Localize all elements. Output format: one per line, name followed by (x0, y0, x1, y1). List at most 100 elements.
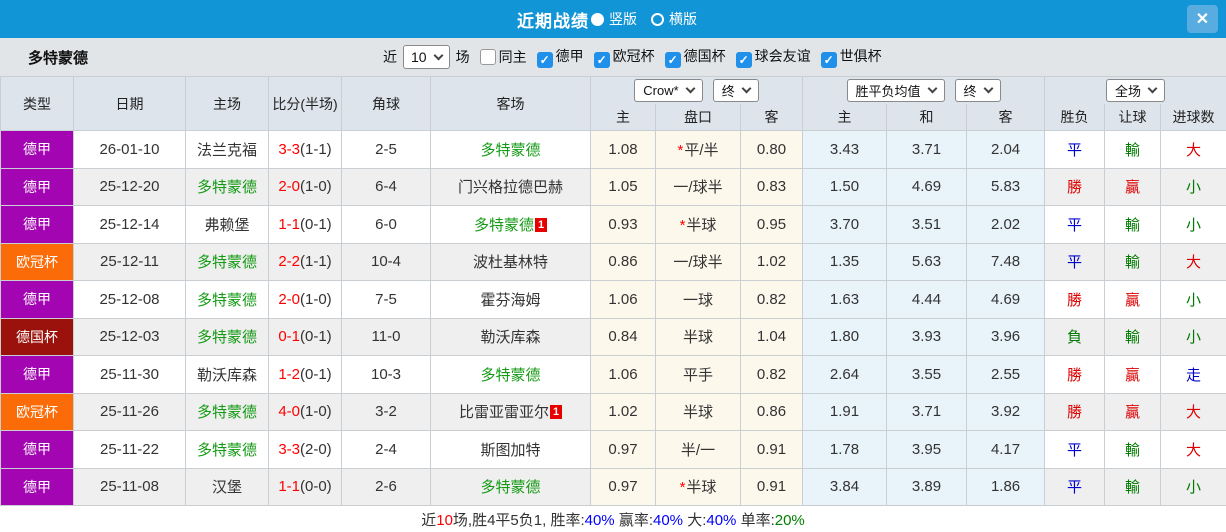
table-row: 德甲 25-12-14 弗赖堡 1-1(0-1) 6-0 多特蒙德 1 0.93 *半球 0.95… (0, 205, 1226, 244)
corner-score: 10-4 (341, 242, 431, 281)
red-card-badge: 1 (550, 405, 562, 420)
layout-radio[interactable] (591, 12, 604, 26)
filter-checkbox-label[interactable]: 同主 (499, 49, 527, 65)
asia-handicap: 一球 (655, 280, 741, 319)
summary-segment: 赢率: (614, 512, 653, 529)
summary-segment: 40% (706, 512, 737, 529)
asia-odds-selectors: Crow* 终 (589, 76, 804, 104)
filter-checkbox-label[interactable]: 欧冠杯 (613, 48, 655, 64)
table-row: 德甲 25-11-30 勒沃库森 1-2(0-1) 10-3 多特蒙德 1.06 平手 0.82… (0, 355, 1226, 394)
euro-home-odds: 1.35 (802, 242, 888, 281)
close-button[interactable]: ✕ (1187, 5, 1218, 33)
halftime-score: (1-0) (300, 403, 332, 421)
corner-score: 7-5 (341, 280, 431, 319)
asia-away-odds: 1.02 (739, 242, 804, 281)
layout-radio[interactable] (651, 12, 664, 26)
euro-draw-odds: 4.69 (886, 167, 968, 206)
bookmaker-time-select[interactable]: 终 (712, 78, 759, 102)
euro-away-odds: 3.92 (966, 392, 1046, 431)
asia-away-odds: 0.82 (739, 355, 804, 394)
corner-score: 10-3 (341, 355, 431, 394)
asia-away-odds: 0.91 (739, 467, 804, 506)
result-goals: 大 (1160, 430, 1226, 469)
summary-segment: 近 (421, 512, 437, 529)
score: 1-1(0-0) (268, 467, 342, 506)
handicap-text: 半/一 (680, 441, 716, 459)
team-name: 多特蒙德 (28, 49, 89, 67)
table-row: 德国杯 25-12-03 多特蒙德 0-1(0-1) 11-0 勒沃库森 0.84 半球 1.0… (0, 317, 1226, 356)
asia-away-odds: 1.04 (739, 317, 804, 356)
asia-home-odds: 0.97 (590, 467, 656, 506)
euro-home-odds: 3.43 (802, 130, 888, 169)
euro-time-select[interactable]: 终 (954, 78, 1001, 102)
handicap-text: 一/球半 (673, 254, 723, 272)
euro-home-odds: 1.91 (802, 392, 888, 431)
asia-home-odds: 0.84 (590, 317, 656, 356)
asia-away-odds: 0.91 (739, 430, 804, 469)
summary-segment: 单率: (736, 512, 775, 529)
title-bar: 近期战绩 竖版 横版 ✕ (0, 0, 1226, 38)
filter-checkbox[interactable]: ✓ (820, 52, 837, 68)
col-header-corner: 角球 (341, 76, 431, 131)
filter-checkbox[interactable]: ✓ (735, 52, 752, 68)
home-team: 多特蒙德 (185, 430, 269, 469)
filter-checkbox[interactable]: ✓ (664, 52, 681, 68)
away-team: 波杜基林特 (430, 242, 591, 281)
chevron-down-icon (927, 83, 937, 94)
euro-draw-odds: 3.89 (886, 467, 968, 506)
handicap-text: 一/球半 (673, 179, 723, 197)
euro-draw-odds: 3.93 (886, 317, 968, 356)
asia-handicap: 一/球半 (655, 242, 741, 281)
euro-home-odds: 3.84 (802, 467, 888, 506)
result-goals: 小 (1160, 205, 1226, 244)
layout-radio-label[interactable]: 横版 (669, 9, 697, 29)
layout-radio-label[interactable]: 竖版 (609, 9, 637, 29)
asia-handicap: 半球 (655, 317, 741, 356)
fulltime-score: 1-1 (278, 478, 300, 496)
result-wdl: 勝 (1044, 355, 1106, 394)
score: 2-0(1-0) (268, 167, 342, 206)
match-date: 26-01-10 (73, 130, 186, 169)
result-handicap: 贏 (1104, 167, 1162, 206)
euro-odds-select[interactable]: 胜平负均值 (846, 78, 945, 102)
filter-checkbox-label[interactable]: 德国杯 (684, 48, 726, 64)
match-date: 25-11-08 (73, 467, 186, 506)
results-table: 类型 日期 主场 比分(半场) 角球 客场 Crow* 终 胜平负均值 终 全场… (0, 76, 1226, 506)
scope-select[interactable]: 全场 (1106, 78, 1166, 102)
filter-checkbox[interactable]: ✓ (593, 52, 610, 68)
bookmaker-select[interactable]: Crow* (634, 78, 703, 102)
euro-home-odds: 1.63 (802, 280, 888, 319)
filter-checkbox[interactable]: ✓ (536, 52, 553, 68)
filter-checkbox-label[interactable]: 世俱杯 (840, 48, 882, 64)
filter-checkbox-label[interactable]: 球会友谊 (755, 48, 811, 64)
handicap-text: 半球 (686, 216, 717, 234)
filter-checkbox[interactable] (479, 49, 496, 65)
asia-home-odds: 0.93 (590, 205, 656, 244)
home-team: 多特蒙德 (185, 317, 269, 356)
euro-home-odds: 1.80 (802, 317, 888, 356)
recent-count-select[interactable]: 10 (403, 45, 450, 69)
asia-handicap: 半球 (655, 392, 741, 431)
asia-handicap: 一/球半 (655, 167, 741, 206)
result-handicap: 輸 (1104, 430, 1162, 469)
score: 1-1(0-1) (268, 205, 342, 244)
window-title: 近期战绩 (517, 11, 589, 31)
result-goals: 走 (1160, 355, 1226, 394)
summary-segment: 场,胜4平5负1, 胜率: (452, 512, 585, 529)
asia-handicap: *平/半 (655, 130, 741, 169)
corner-score: 6-4 (341, 167, 431, 206)
result-wdl: 平 (1044, 467, 1106, 506)
asia-home-odds: 1.06 (590, 280, 656, 319)
table-row: 德甲 26-01-10 法兰克福 3-3(1-1) 2-5 多特蒙德 1.08 *平/半 0.8… (0, 130, 1226, 169)
summary-segment: 40% (584, 512, 615, 529)
red-card-badge: 1 (535, 217, 547, 232)
away-team: 勒沃库森 (430, 317, 591, 356)
halftime-score: (0-0) (300, 478, 332, 496)
chevron-down-icon (741, 83, 752, 94)
table-row: 欧冠杯 25-12-11 多特蒙德 2-2(1-1) 10-4 波杜基林特 0.86 一/球半… (0, 242, 1226, 281)
col-header-home: 主场 (185, 76, 269, 131)
euro-away-odds: 2.02 (966, 205, 1046, 244)
asia-home-odds: 1.02 (590, 392, 656, 431)
fulltime-score: 2-0 (278, 178, 300, 196)
filter-checkbox-label[interactable]: 德甲 (556, 48, 584, 64)
